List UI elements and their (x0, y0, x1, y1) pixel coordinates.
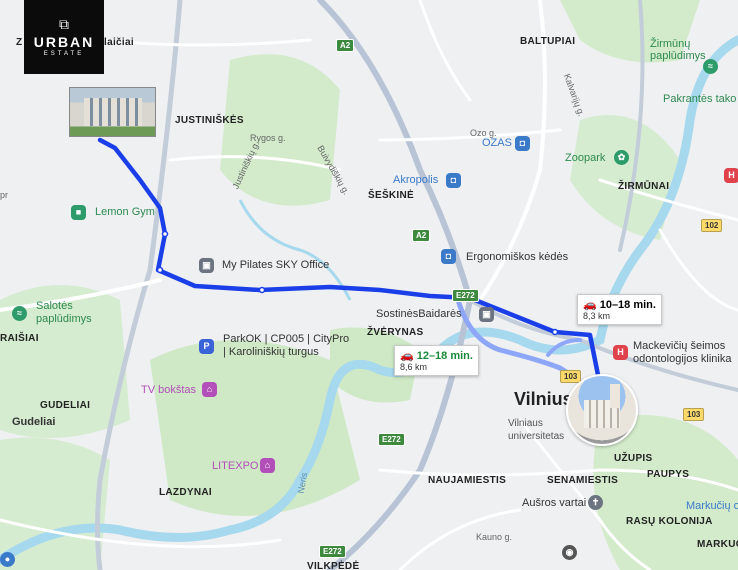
location-icon[interactable]: ● (0, 552, 15, 567)
road-shield: E272 (319, 545, 346, 558)
urban-estate-logo: ⧉ URBAN ESTATE (24, 0, 104, 74)
district-label: BALTUPIAI (520, 36, 576, 47)
poi-label[interactable]: SostinėsBaidarės (376, 308, 462, 320)
transit-icon[interactable]: ◉ (562, 545, 577, 560)
poi-label[interactable]: ParkOK | CP005 | CityPro | Karoliniškių … (223, 333, 349, 359)
hospital-icon[interactable]: H (613, 345, 628, 360)
route-waypoint (161, 230, 169, 238)
map-canvas[interactable]: BALTUPIAI JUSTINIŠKĖS ŠEŠKINĖ ŽIRMŪNAI Ž… (0, 0, 738, 570)
poi-label[interactable]: Lemon Gym (95, 206, 155, 218)
primary-route-callout[interactable]: 🚗 10–18 min. 8,3 km (577, 294, 662, 325)
poi-label[interactable]: Aušros vartai (522, 497, 586, 509)
parking-icon[interactable]: P (199, 339, 214, 354)
road-shield: A2 (412, 229, 431, 242)
district-label: GUDELIAI (40, 400, 91, 411)
bell-tower (610, 384, 620, 408)
poi-label[interactable]: TV bokštas (141, 384, 196, 396)
gym-icon[interactable]: ■ (71, 205, 86, 220)
district-label: SENAMIESTIS (547, 475, 619, 486)
building-icon[interactable]: ▣ (479, 307, 494, 322)
poi-label[interactable]: Pakrantės tako (663, 93, 736, 105)
road-shield: E272 (452, 289, 479, 302)
route-waypoint (551, 328, 559, 336)
poi-label[interactable]: Ergonomiškos kėdės (466, 251, 568, 263)
district-label: JUSTINIŠKĖS (175, 115, 244, 126)
district-label: ŽVĖRYNAS (367, 327, 424, 338)
brand-name: URBAN (33, 34, 95, 50)
district-label: MARKUČIAI (697, 539, 738, 550)
route-waypoint (258, 286, 266, 294)
poi-label[interactable]: Žirmūnų paplūdimys (650, 38, 706, 62)
city-label: Vilnius (514, 389, 573, 409)
car-icon: 🚗 (583, 299, 597, 311)
poi-label[interactable]: Salotės paplūdimys (36, 300, 92, 326)
car-icon: 🚗 (400, 350, 414, 362)
road-shield: E272 (378, 433, 405, 446)
district-label: RASŲ KOLONIJA (626, 516, 713, 527)
route-waypoint (156, 266, 164, 274)
poi-label[interactable]: LITEXPO (212, 460, 258, 472)
start-photo[interactable] (69, 87, 156, 137)
landmark-icon[interactable]: ⌂ (260, 458, 275, 473)
district-label: UŽUPIS (614, 453, 653, 464)
poi-label[interactable]: Akropolis (393, 174, 438, 186)
brand-sub: ESTATE (43, 51, 85, 57)
shopping-icon[interactable]: ◘ (446, 173, 461, 188)
district-label: PAUPYS (647, 469, 690, 480)
end-photo[interactable] (566, 374, 638, 446)
route-time: 10–18 min. (599, 298, 656, 311)
route-time: 12–18 min. (416, 349, 473, 362)
district-label: laičiai (104, 37, 134, 48)
road-shield: 102 (701, 219, 723, 232)
paw-icon[interactable]: ✿ (614, 150, 629, 165)
hospital-icon[interactable]: H (724, 168, 738, 183)
alt-route-callout[interactable]: 🚗 12–18 min. 8,6 km (394, 345, 479, 376)
route-distance: 8,6 km (400, 362, 428, 372)
street-label: pr (0, 190, 9, 200)
logo-icon: ⧉ (59, 16, 69, 32)
district-label: ŽIRMŪNAI (618, 181, 670, 192)
district-label: NAUJAMIESTIS (428, 475, 507, 486)
poi-label[interactable]: Mackevičių šeimos odontologijos klinika (633, 340, 731, 366)
shopping-icon[interactable]: ◘ (515, 136, 530, 151)
shopping-icon[interactable]: ◘ (441, 249, 456, 264)
district-label: VILKPĖDĖ (307, 561, 360, 570)
building-icon[interactable]: ▣ (199, 258, 214, 273)
poi-label[interactable]: Markučių o (686, 500, 738, 512)
poi-label[interactable]: OZAS (482, 137, 512, 149)
district-label: ŠEŠKINĖ (368, 190, 415, 201)
road-shield: A2 (336, 39, 355, 52)
district-label: RAIŠIAI (0, 333, 39, 344)
road-shield: 103 (683, 408, 705, 421)
road-shield: 103 (560, 370, 582, 383)
district-label: LAZDYNAI (159, 487, 212, 498)
beach-icon[interactable]: ≈ (12, 306, 27, 321)
poi-label[interactable]: Vilniaus universitetas (508, 417, 564, 443)
road-n (418, 0, 472, 102)
church-icon[interactable]: ✝ (588, 495, 603, 510)
district-label: Z (16, 37, 23, 48)
map-base-layer (0, 0, 738, 570)
landmark-icon[interactable]: ⌂ (202, 382, 217, 397)
poi-label[interactable]: My Pilates SKY Office (222, 259, 329, 271)
poi-label[interactable]: Zoopark (565, 152, 605, 164)
road-e (658, 228, 738, 312)
building-facade (84, 98, 142, 126)
district-label: Gudeliai (12, 416, 56, 428)
beach-icon[interactable]: ≈ (703, 59, 718, 74)
route-distance: 8,3 km (583, 311, 611, 321)
street-label: Kauno g. (476, 532, 513, 542)
